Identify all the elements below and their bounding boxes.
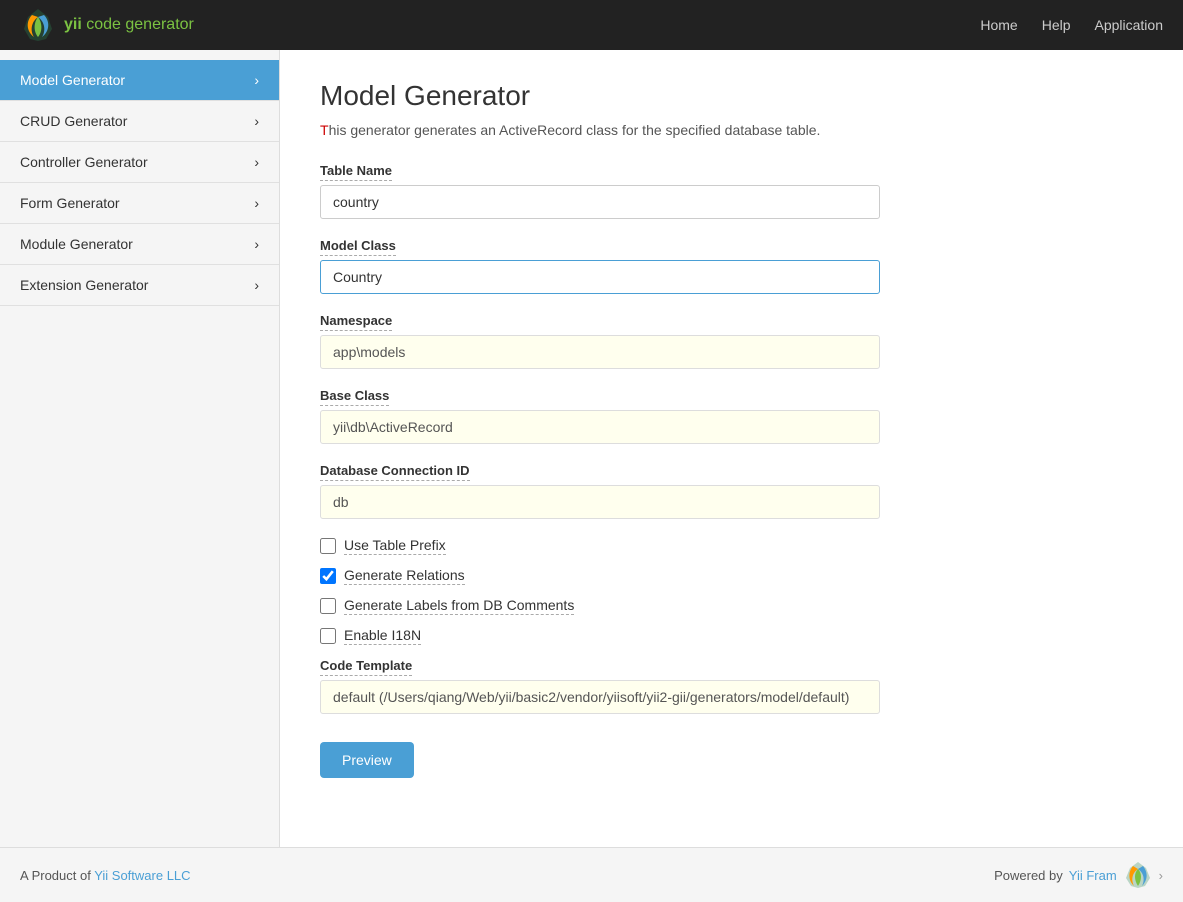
nav-help-link[interactable]: Help — [1042, 17, 1071, 33]
table-name-input[interactable] — [320, 185, 880, 219]
logo-text: yii code generator — [64, 16, 194, 34]
base-class-value: yii\db\ActiveRecord — [320, 410, 880, 444]
footer-left-text: A Product of — [20, 868, 94, 883]
use-table-prefix-group: Use Table Prefix — [320, 537, 1143, 555]
sidebar-item-controller-generator[interactable]: Controller Generator › — [0, 142, 279, 183]
chevron-right-icon: › — [254, 113, 259, 129]
namespace-group: Namespace app\models — [320, 312, 1143, 369]
model-class-input[interactable] — [320, 260, 880, 294]
footer-yii-software-link[interactable]: Yii Software LLC — [94, 868, 190, 883]
generate-relations-group: Generate Relations — [320, 567, 1143, 585]
generate-relations-label[interactable]: Generate Relations — [344, 567, 465, 585]
nav-home-link[interactable]: Home — [980, 17, 1017, 33]
sidebar-item-module-generator-label: Module Generator — [20, 236, 133, 252]
page-description: This generator generates an ActiveRecord… — [320, 122, 1143, 138]
sidebar-item-extension-generator[interactable]: Extension Generator › — [0, 265, 279, 306]
sidebar-item-module-generator[interactable]: Module Generator › — [0, 224, 279, 265]
generate-relations-checkbox[interactable] — [320, 568, 336, 584]
main-nav: Home Help Application — [980, 17, 1163, 33]
footer-right: Powered by Yii Fram › — [994, 860, 1163, 890]
app-header: yii code generator Home Help Application — [0, 0, 1183, 50]
sidebar-item-extension-generator-label: Extension Generator — [20, 277, 148, 293]
logo: yii code generator — [20, 7, 194, 43]
chevron-right-icon: › — [254, 72, 259, 88]
footer-arrow-icon: › — [1159, 868, 1163, 883]
sidebar-item-crud-generator-label: CRUD Generator — [20, 113, 127, 129]
sidebar-item-controller-generator-label: Controller Generator — [20, 154, 148, 170]
use-table-prefix-checkbox[interactable] — [320, 538, 336, 554]
chevron-right-icon: › — [254, 195, 259, 211]
chevron-right-icon: › — [254, 236, 259, 252]
footer-yii-logo-icon — [1123, 860, 1153, 890]
base-class-label: Base Class — [320, 388, 389, 406]
sidebar-item-crud-generator[interactable]: CRUD Generator › — [0, 101, 279, 142]
enable-i18n-checkbox[interactable] — [320, 628, 336, 644]
preview-button[interactable]: Preview — [320, 742, 414, 778]
sidebar-item-form-generator-label: Form Generator — [20, 195, 120, 211]
footer-right-text: Powered by — [994, 868, 1063, 883]
db-connection-value: db — [320, 485, 880, 519]
generate-labels-group: Generate Labels from DB Comments — [320, 597, 1143, 615]
code-template-value: default (/Users/qiang/Web/yii/basic2/ven… — [320, 680, 880, 714]
description-text: his generator generates an ActiveRecord … — [329, 122, 821, 138]
generate-labels-checkbox[interactable] — [320, 598, 336, 614]
model-class-label: Model Class — [320, 238, 396, 256]
chevron-right-icon: › — [254, 277, 259, 293]
db-connection-group: Database Connection ID db — [320, 462, 1143, 519]
main-layout: Model Generator › CRUD Generator › Contr… — [0, 50, 1183, 847]
app-footer: A Product of Yii Software LLC Powered by… — [0, 847, 1183, 902]
use-table-prefix-label[interactable]: Use Table Prefix — [344, 537, 446, 555]
sidebar-item-form-generator[interactable]: Form Generator › — [0, 183, 279, 224]
db-connection-label: Database Connection ID — [320, 463, 470, 481]
footer-left: A Product of Yii Software LLC — [20, 868, 191, 883]
base-class-group: Base Class yii\db\ActiveRecord — [320, 387, 1143, 444]
code-template-group: Code Template default (/Users/qiang/Web/… — [320, 657, 1143, 714]
chevron-right-icon: › — [254, 154, 259, 170]
namespace-label: Namespace — [320, 313, 392, 331]
sidebar-item-model-generator[interactable]: Model Generator › — [0, 60, 279, 101]
table-name-label: Table Name — [320, 163, 392, 181]
code-template-label: Code Template — [320, 658, 412, 676]
yii-logo-icon — [20, 7, 56, 43]
nav-application-link[interactable]: Application — [1095, 17, 1164, 33]
description-highlight: T — [320, 122, 329, 138]
sidebar: Model Generator › CRUD Generator › Contr… — [0, 50, 280, 847]
enable-i18n-group: Enable I18N — [320, 627, 1143, 645]
footer-yii-framework-link[interactable]: Yii Fram — [1069, 868, 1117, 883]
generate-labels-label[interactable]: Generate Labels from DB Comments — [344, 597, 574, 615]
sidebar-item-model-generator-label: Model Generator — [20, 72, 125, 88]
namespace-value: app\models — [320, 335, 880, 369]
main-content: Model Generator This generator generates… — [280, 50, 1183, 847]
page-title: Model Generator — [320, 80, 1143, 112]
table-name-group: Table Name — [320, 162, 1143, 219]
model-class-group: Model Class — [320, 237, 1143, 294]
enable-i18n-label[interactable]: Enable I18N — [344, 627, 421, 645]
